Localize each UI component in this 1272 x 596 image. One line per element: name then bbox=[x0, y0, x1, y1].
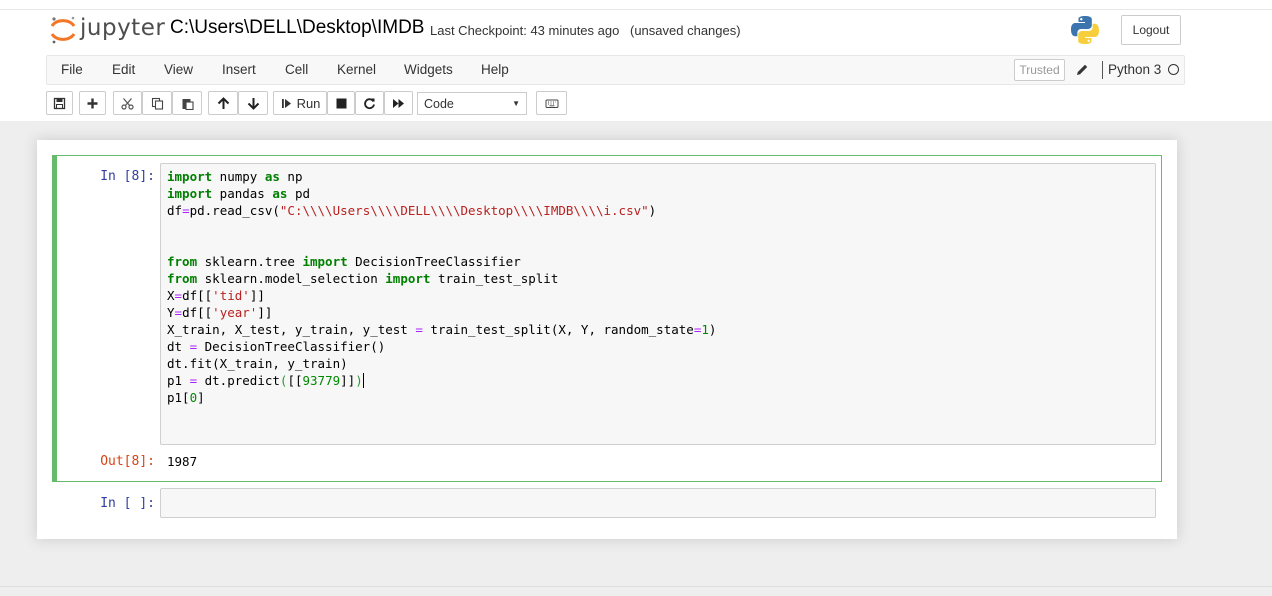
step-forward-icon bbox=[281, 98, 291, 108]
logo-text: jupyter bbox=[80, 15, 166, 41]
stop-icon bbox=[336, 98, 346, 108]
cut-button[interactable] bbox=[113, 91, 142, 115]
kernel-idle-icon bbox=[1168, 64, 1179, 75]
code-line: from sklearn.tree import DecisionTreeCla… bbox=[167, 254, 521, 269]
menu-edit[interactable]: Edit bbox=[112, 62, 135, 77]
interrupt-button[interactable] bbox=[327, 91, 355, 115]
code-line: from sklearn.model_selection import trai… bbox=[167, 271, 559, 286]
menu-insert[interactable]: Insert bbox=[222, 62, 256, 77]
run-button[interactable]: Run bbox=[273, 91, 327, 115]
code-line: dt.fit(X_train, y_train) bbox=[167, 356, 348, 371]
code-line: import numpy as np bbox=[167, 169, 303, 184]
code-text[interactable]: import numpy as np import pandas as pd df=… bbox=[167, 168, 716, 406]
empty-code-editor[interactable] bbox=[160, 488, 1156, 518]
menu-kernel[interactable]: Kernel bbox=[337, 62, 376, 77]
notebook-name[interactable]: C:\Users\DELL\Desktop\IMDB bbox=[170, 17, 424, 39]
plus-icon bbox=[87, 98, 98, 108]
code-line: X=df[['tid']] bbox=[167, 288, 265, 303]
move-down-button[interactable] bbox=[238, 91, 268, 115]
bottom-divider bbox=[0, 586, 1272, 587]
logout-button[interactable]: Logout bbox=[1121, 15, 1181, 45]
menu-cell[interactable]: Cell bbox=[285, 62, 308, 77]
menu-widgets[interactable]: Widgets bbox=[404, 62, 453, 77]
code-line: import pandas as pd bbox=[167, 186, 311, 201]
paste-button[interactable] bbox=[172, 91, 202, 115]
restart-button[interactable] bbox=[355, 91, 384, 115]
kernel-divider bbox=[1102, 61, 1103, 79]
python-logo-icon bbox=[1071, 16, 1099, 44]
cell-type-value: Code bbox=[424, 97, 454, 111]
code-line: dt = DecisionTreeClassifier() bbox=[167, 339, 386, 354]
cell-type-select[interactable]: Code ▼ bbox=[417, 92, 527, 115]
copy-icon bbox=[151, 97, 163, 110]
code-line: df=pd.read_csv("C:\\\\Users\\\\DELL\\\\D… bbox=[167, 203, 657, 218]
in-prompt-empty: In [ ]: bbox=[100, 496, 155, 511]
run-label: Run bbox=[296, 95, 321, 111]
code-line: p1 = dt.predict([[93779]]) bbox=[167, 373, 364, 388]
arrow-down-icon bbox=[247, 97, 259, 110]
cut-icon bbox=[121, 97, 134, 110]
fast-forward-icon bbox=[393, 98, 404, 108]
in-prompt: In [8]: bbox=[100, 169, 155, 184]
code-line: X_train, X_test, y_train, y_test = train… bbox=[167, 322, 717, 337]
arrow-up-icon bbox=[217, 96, 229, 109]
checkpoint-status: Last Checkpoint: 43 minutes ago bbox=[430, 23, 620, 38]
cell-output: 1987 bbox=[167, 454, 198, 469]
code-line: p1[0] bbox=[167, 390, 205, 405]
move-up-button[interactable] bbox=[208, 91, 238, 115]
copy-button[interactable] bbox=[142, 91, 172, 115]
save-icon bbox=[53, 97, 66, 109]
code-line: Y=df[['year']] bbox=[167, 305, 273, 320]
restart-run-all-button[interactable] bbox=[384, 91, 413, 115]
pencil-icon[interactable] bbox=[1074, 62, 1090, 78]
menu-help[interactable]: Help bbox=[481, 62, 509, 77]
insert-cell-button[interactable] bbox=[79, 91, 106, 115]
trusted-indicator[interactable]: Trusted bbox=[1014, 59, 1065, 81]
chevron-down-icon: ▼ bbox=[512, 99, 520, 108]
restart-icon bbox=[364, 97, 375, 109]
out-prompt: Out[8]: bbox=[100, 454, 155, 469]
save-button[interactable] bbox=[46, 91, 73, 115]
menu-view[interactable]: View bbox=[164, 62, 193, 77]
keyboard-icon bbox=[545, 99, 558, 108]
paste-icon bbox=[182, 98, 194, 110]
command-palette-button[interactable] bbox=[536, 91, 567, 115]
top-divider bbox=[0, 9, 1272, 10]
kernel-name[interactable]: Python 3 bbox=[1108, 62, 1161, 77]
autosave-status: (unsaved changes) bbox=[630, 23, 741, 38]
menu-file[interactable]: File bbox=[61, 62, 83, 77]
